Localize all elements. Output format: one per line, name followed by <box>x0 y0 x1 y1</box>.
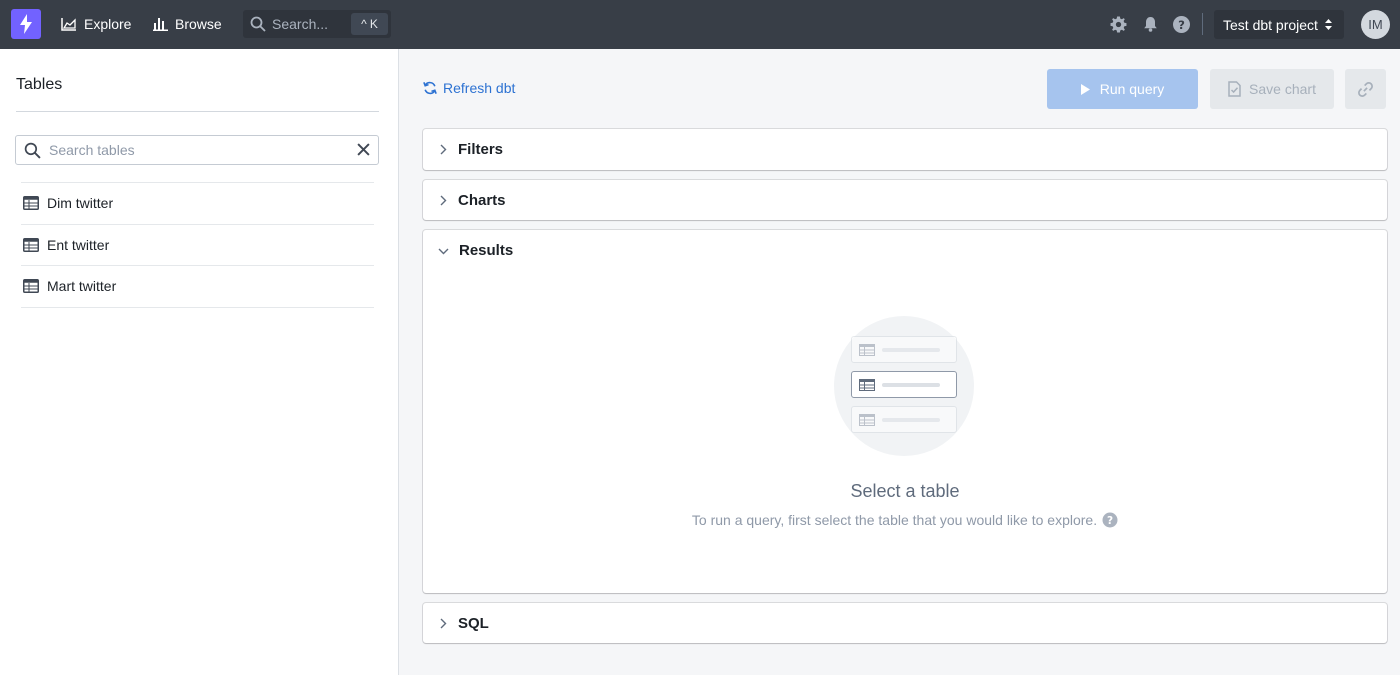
save-chart-label: Save chart <box>1249 81 1316 97</box>
filters-panel: Filters <box>423 129 1387 170</box>
empty-state-title: Select a table <box>850 481 960 501</box>
double-caret-icon <box>1324 19 1332 30</box>
save-chart-button[interactable]: Save chart <box>1210 69 1334 109</box>
refresh-icon <box>423 81 437 95</box>
illustration-row <box>851 371 957 398</box>
chevron-right-icon <box>440 195 447 206</box>
notifications-bell-icon[interactable] <box>1141 15 1159 33</box>
sql-header[interactable]: SQL <box>438 603 489 644</box>
chevron-right-icon <box>440 144 447 155</box>
search-tables-input[interactable]: Search tables <box>15 135 379 165</box>
table-icon <box>23 196 39 211</box>
sidebar-divider <box>16 111 379 112</box>
table-icon <box>859 378 875 391</box>
results-header[interactable]: Results <box>438 230 513 271</box>
table-item-label: Mart twitter <box>47 278 117 295</box>
search-tables-placeholder: Search tables <box>49 142 135 158</box>
help-icon[interactable]: ? <box>1102 512 1118 528</box>
results-title: Results <box>459 242 514 259</box>
table-item-dim-twitter[interactable]: Dim twitter <box>21 183 374 225</box>
project-name: Test dbt project <box>1223 16 1318 33</box>
chevron-down-icon <box>438 248 449 254</box>
explore-button[interactable]: Explore <box>61 12 131 36</box>
user-avatar[interactable]: IM <box>1361 10 1390 39</box>
refresh-dbt-label: Refresh dbt <box>443 80 516 96</box>
search-icon <box>250 16 266 32</box>
search-placeholder: Search... <box>272 16 329 32</box>
table-item-ent-twitter[interactable]: Ent twitter <box>21 225 374 266</box>
table-icon <box>23 237 39 252</box>
share-link-button[interactable] <box>1345 69 1386 109</box>
sql-title: SQL <box>458 615 489 632</box>
filters-header[interactable]: Filters <box>438 129 503 170</box>
sidebar-title: Tables <box>16 76 63 93</box>
charts-header[interactable]: Charts <box>438 180 506 221</box>
shortcut-key: K <box>369 17 378 31</box>
link-icon <box>1358 81 1373 97</box>
tables-list: Dim twitter Ent twitter Mart twitter <box>21 182 374 308</box>
document-check-icon <box>1228 81 1241 97</box>
help-icon[interactable]: ? <box>1172 15 1190 33</box>
chevron-right-icon <box>440 618 447 629</box>
lightdash-logo[interactable] <box>11 9 41 39</box>
explore-label: Explore <box>84 16 132 32</box>
clear-search-icon[interactable] <box>357 143 370 156</box>
area-chart-icon <box>61 18 76 31</box>
table-item-label: Ent twitter <box>47 236 110 253</box>
lightning-icon <box>20 14 32 34</box>
browse-label: Browse <box>175 16 222 32</box>
filters-title: Filters <box>458 141 504 158</box>
browse-button[interactable]: Browse <box>153 12 222 36</box>
project-selector[interactable]: Test dbt project <box>1214 10 1344 39</box>
charts-panel: Charts <box>423 180 1387 220</box>
illustration-row <box>851 336 957 363</box>
run-query-label: Run query <box>1099 81 1165 97</box>
topbar-divider <box>1202 13 1203 35</box>
top-nav-bar: Explore Browse Search... ^ K ? Test dbt … <box>0 0 1400 49</box>
run-query-button[interactable]: Run query <box>1047 69 1198 109</box>
play-icon <box>1080 83 1090 95</box>
empty-state-description: To run a query, first select the table t… <box>691 512 1098 528</box>
illustration-row <box>851 406 957 433</box>
empty-state-description-row: To run a query, first select the table t… <box>423 512 1387 528</box>
settings-gear-icon[interactable] <box>1109 15 1127 33</box>
table-icon <box>859 343 875 356</box>
tables-sidebar: Tables Search tables Dim twitter Ent twi… <box>0 49 399 675</box>
refresh-dbt-button[interactable]: Refresh dbt <box>423 80 515 96</box>
results-panel: Results Select a table To run a query, f… <box>423 230 1387 593</box>
search-icon <box>24 142 41 159</box>
table-item-mart-twitter[interactable]: Mart twitter <box>21 266 374 308</box>
svg-text:?: ? <box>1107 515 1113 527</box>
svg-text:?: ? <box>1178 17 1185 31</box>
global-search-input[interactable]: Search... ^ K <box>243 10 391 38</box>
sql-panel: SQL <box>423 603 1387 643</box>
table-icon <box>23 279 39 294</box>
table-icon <box>859 413 875 426</box>
search-shortcut-hint: ^ K <box>351 13 388 35</box>
charts-title: Charts <box>458 192 506 209</box>
table-item-label: Dim twitter <box>47 195 114 212</box>
ctrl-key-icon: ^ <box>361 17 367 31</box>
empty-state-illustration <box>834 316 974 456</box>
bar-chart-icon <box>153 18 168 31</box>
